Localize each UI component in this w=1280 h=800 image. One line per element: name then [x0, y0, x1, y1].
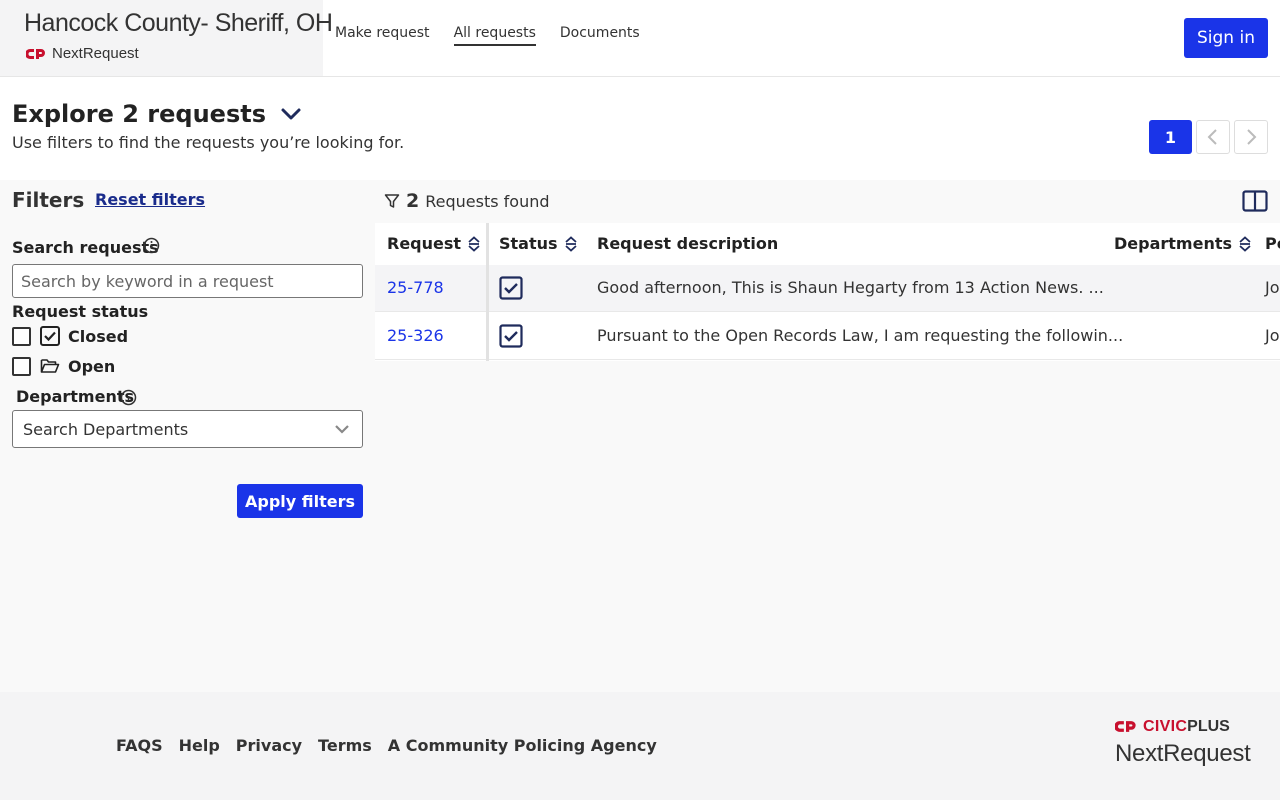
footer-link-help[interactable]: Help [179, 736, 220, 755]
brand-block: Hancock County- Sheriff, OH NextRequest [0, 0, 333, 76]
column-header-request[interactable]: Request [387, 234, 481, 253]
status-option-open[interactable]: Open [12, 356, 115, 376]
filter-icon [384, 194, 400, 208]
chevron-right-icon [1247, 129, 1257, 145]
closed-status-icon [499, 276, 523, 300]
footer-link-privacy[interactable]: Privacy [236, 736, 302, 755]
info-icon[interactable] [143, 237, 160, 254]
search-input[interactable] [12, 264, 363, 298]
checked-box-icon [40, 326, 60, 346]
column-header-label: Request description [597, 234, 779, 253]
status-option-closed[interactable]: Closed [12, 326, 128, 346]
reset-filters-link[interactable]: Reset filters [95, 190, 205, 209]
open-label: Open [68, 356, 116, 376]
footer-link-agency[interactable]: A Community Policing Agency [388, 736, 657, 755]
search-requests-label: Search requests [12, 238, 159, 257]
chevron-left-icon [1207, 129, 1217, 145]
apply-filters-button[interactable]: Apply filters [237, 484, 363, 518]
footer-links: FAQS Help Privacy Terms A Community Poli… [116, 736, 657, 755]
sort-icon [564, 235, 577, 252]
request-description: Pursuant to the Open Records Law, I am r… [597, 326, 1124, 345]
column-header-label: Po [1265, 234, 1280, 253]
departments-label: Departments [16, 387, 135, 406]
column-header-status[interactable]: Status [499, 234, 578, 253]
closed-status-icon [499, 324, 523, 348]
civicplus-logo-icon [1115, 720, 1136, 732]
nextrequest-product-name: NextRequest [1115, 740, 1251, 767]
next-page-button[interactable] [1234, 120, 1268, 154]
page-subtitle: Use filters to find the requests you’re … [12, 133, 405, 152]
page-number-button[interactable]: 1 [1149, 120, 1192, 154]
table-header: Request Status Request description Depar… [375, 223, 1280, 265]
chevron-down-icon[interactable] [278, 101, 304, 127]
closed-label: Closed [68, 326, 129, 346]
open-checkbox[interactable] [12, 356, 31, 376]
request-poc: Jo [1265, 278, 1280, 297]
civicplus-logo[interactable]: CIVICPLUS [1115, 716, 1230, 736]
results-count: 2 [406, 190, 420, 212]
info-icon[interactable] [120, 389, 137, 406]
main-nav: Make request All requests Documents [335, 25, 640, 46]
page-title: Explore 2 requests [12, 100, 266, 128]
column-divider[interactable] [486, 223, 489, 361]
nextrequest-logo-text: NextRequest [52, 45, 139, 62]
column-header-label: Status [499, 234, 558, 253]
request-description: Good afternoon, This is Shaun Hegarty fr… [597, 278, 1104, 297]
main-area: Filters Reset filters Search requests Re… [0, 180, 1280, 692]
pagination: 1 [1149, 120, 1268, 154]
site-header: Hancock County- Sheriff, OH NextRequest … [0, 0, 1280, 77]
nav-all-requests[interactable]: All requests [453, 25, 536, 46]
closed-checkbox[interactable] [12, 326, 31, 346]
folder-open-icon [40, 356, 60, 376]
civicplus-civic-text: CIVIC [1143, 718, 1188, 735]
nextrequest-logo[interactable]: NextRequest [26, 45, 139, 62]
departments-placeholder: Search Departments [23, 419, 189, 439]
departments-select[interactable]: Search Departments [12, 410, 363, 448]
results-summary: 2 Requests found [384, 190, 550, 212]
table-row[interactable]: 25-326 Pursuant to the Open Records Law,… [375, 313, 1280, 360]
footer-link-terms[interactable]: Terms [318, 736, 372, 755]
request-id-link[interactable]: 25-778 [387, 278, 444, 297]
requests-table: Request Status Request description Depar… [375, 223, 1280, 361]
table-row[interactable]: 25-778 Good afternoon, This is Shaun Heg… [375, 265, 1280, 312]
sort-icon [468, 235, 480, 252]
column-header-description: Request description [597, 234, 778, 253]
civicplus-plus-text: PLUS [1187, 718, 1230, 735]
nextrequest-logo-icon [26, 48, 45, 59]
prev-page-button[interactable] [1196, 120, 1230, 154]
footer-link-faqs[interactable]: FAQS [116, 736, 163, 755]
site-footer: FAQS Help Privacy Terms A Community Poli… [0, 692, 1280, 800]
sign-in-button[interactable]: Sign in [1184, 18, 1268, 58]
column-header-poc: Po [1265, 234, 1280, 253]
results-found-text: Requests found [425, 191, 550, 211]
request-poc: Jo [1265, 326, 1280, 345]
agency-name[interactable]: Hancock County- Sheriff, OH [24, 9, 333, 38]
column-header-label: Request [387, 234, 462, 253]
filters-title: Filters [12, 188, 85, 212]
nav-documents[interactable]: Documents [560, 25, 640, 46]
request-status-label: Request status [12, 302, 149, 321]
nav-make-request[interactable]: Make request [335, 25, 430, 46]
chevron-down-icon [335, 425, 349, 434]
column-header-label: Departments [1114, 234, 1233, 253]
sort-icon [1239, 235, 1251, 252]
column-header-departments[interactable]: Departments [1114, 234, 1252, 253]
explore-header: Explore 2 requests [12, 100, 304, 128]
columns-layout-icon[interactable] [1242, 190, 1268, 212]
request-id-link[interactable]: 25-326 [387, 326, 444, 345]
